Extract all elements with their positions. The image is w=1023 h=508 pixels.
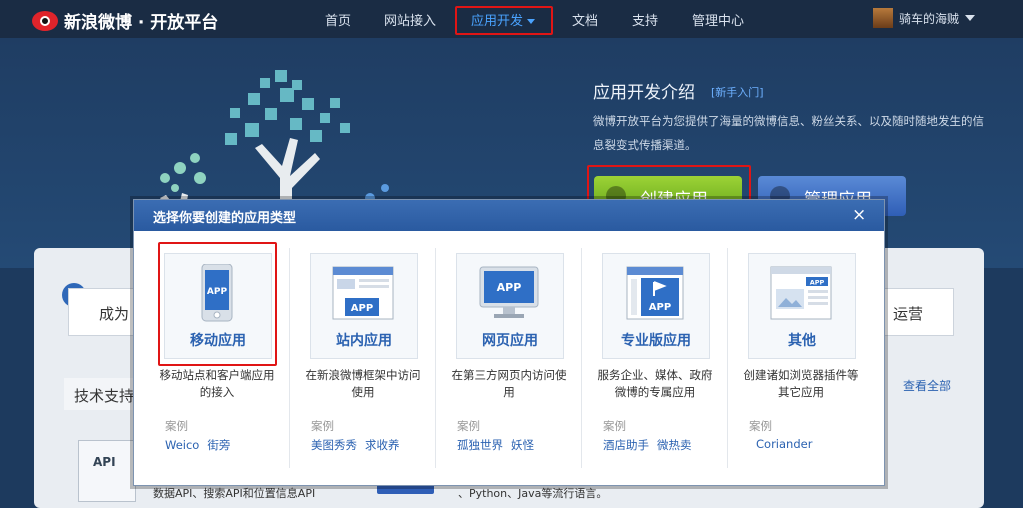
dialog-title: 选择你要创建的应用类型 — [153, 211, 297, 226]
case-link[interactable]: 孤独世界 — [457, 438, 503, 452]
case-label: 案例 — [311, 419, 334, 433]
beginner-guide-link[interactable]: [新手入门] — [711, 84, 764, 100]
app-type-desc: 移动站点和客户端应用的接入 — [159, 368, 275, 399]
intro-title: 应用开发介绍 — [593, 83, 695, 103]
app-type-desc: 创建诸如浏览器插件等其它应用 — [743, 368, 859, 399]
case-link[interactable]: 求收养 — [365, 438, 400, 452]
app-badge-text: APP — [649, 302, 671, 313]
nav-home[interactable]: 首页 — [325, 10, 351, 29]
app-type-name: 其他 — [788, 333, 816, 349]
app-type-name: 网页应用 — [482, 333, 538, 349]
avatar — [873, 8, 893, 28]
in-site-app-icon: APP — [332, 266, 394, 320]
api-doc-icon: API — [78, 440, 136, 502]
bottom-text-left: 数据API、搜索API和位置信息API — [153, 487, 316, 500]
divider — [435, 248, 436, 468]
app-type-web[interactable]: APP 网页应用 — [456, 253, 564, 359]
become-box: 成为 — [68, 288, 140, 336]
bottom-text-right: 、Python、Java等流行语言。 — [458, 487, 608, 500]
app-badge-text: APP — [497, 281, 522, 294]
case-link[interactable]: Weico — [165, 438, 199, 452]
app-type-desc: 服务企业、媒体、政府微博的专属应用 — [597, 368, 713, 399]
app-type-desc: 在第三方网页内访问使用 — [451, 368, 567, 399]
case-link[interactable]: Coriander — [756, 437, 812, 451]
intro-description: 微博开放平台为您提供了海量的微博信息、粉丝关系、以及随时随地发生的信息裂变式传播… — [593, 114, 984, 152]
case-label: 案例 — [749, 419, 772, 433]
browser-window-icon: APP — [770, 266, 832, 320]
highlight-mobile-app — [158, 242, 277, 366]
app-type-pro[interactable]: APP 专业版应用 — [602, 253, 710, 359]
app-type-other[interactable]: APP 其他 — [748, 253, 856, 359]
divider — [289, 248, 290, 468]
flag-app-icon: APP — [626, 266, 684, 320]
weibo-eye-icon — [32, 10, 58, 31]
weibo-logo[interactable]: 新浪微博 · 开放平台 — [32, 8, 218, 33]
nav-website-access[interactable]: 网站接入 — [384, 10, 436, 29]
tech-support-tab[interactable]: 技术支持 — [64, 378, 134, 410]
case-links: 酒店助手 微热卖 — [603, 437, 700, 453]
case-label: 案例 — [603, 419, 626, 433]
app-type-in-site[interactable]: APP 站内应用 — [310, 253, 418, 359]
see-all-link[interactable]: 查看全部 — [903, 377, 951, 394]
case-link[interactable]: 美图秀秀 — [311, 438, 357, 452]
divider — [727, 248, 728, 468]
case-link[interactable]: 街旁 — [207, 438, 230, 452]
case-links: 美图秀秀 求收养 — [311, 437, 408, 453]
become-text: 成为 — [99, 305, 130, 323]
case-links: 孤独世界 妖怪 — [457, 437, 542, 453]
nav-support[interactable]: 支持 — [632, 10, 658, 29]
case-link[interactable]: 酒店助手 — [603, 438, 649, 452]
brand-text: 新浪微博 · 开放平台 — [64, 13, 219, 33]
app-type-name: 专业版应用 — [621, 333, 691, 349]
nav-admin-center[interactable]: 管理中心 — [692, 10, 744, 29]
app-badge-text: APP — [351, 303, 373, 314]
divider — [581, 248, 582, 468]
api-label: API — [93, 455, 116, 469]
case-label: 案例 — [165, 419, 188, 433]
highlight-nav-app-dev — [455, 6, 553, 35]
app-type-desc: 在新浪微博框架中访问使用 — [305, 368, 421, 399]
case-link[interactable]: 妖怪 — [511, 438, 534, 452]
user-menu[interactable]: 骑车的海贼 — [873, 8, 976, 28]
app-type-name: 站内应用 — [336, 333, 392, 349]
monitor-icon: APP — [479, 266, 539, 318]
nav-docs[interactable]: 文档 — [572, 10, 598, 29]
case-links: Coriander — [756, 437, 820, 451]
operate-text: 运营 — [893, 305, 924, 323]
case-label: 案例 — [457, 419, 480, 433]
case-link[interactable]: 微热卖 — [657, 438, 692, 452]
close-icon[interactable]: × — [852, 205, 866, 225]
case-links: Weico 街旁 — [165, 437, 238, 453]
app-badge-text: APP — [810, 279, 825, 287]
dialog-header: 选择你要创建的应用类型 × — [134, 200, 884, 231]
user-name: 骑车的海贼 — [899, 11, 960, 26]
chevron-down-icon — [965, 15, 976, 21]
tech-support-text: 技术支持 — [74, 387, 135, 405]
